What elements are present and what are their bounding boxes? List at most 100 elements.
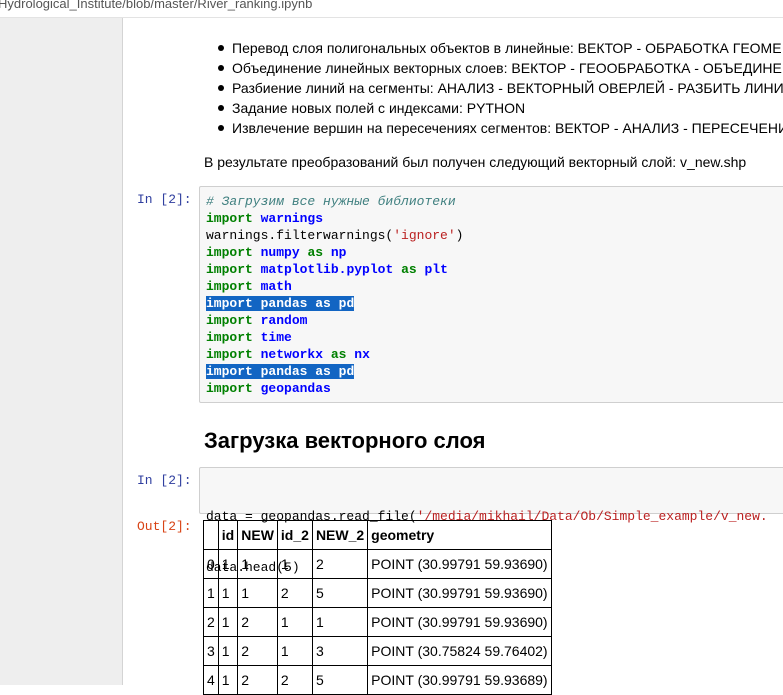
- code-line: import random: [206, 312, 463, 329]
- table-header: [203, 520, 219, 550]
- markdown-bullet-list: Перевод слоя полигональных объектов в ли…: [218, 38, 783, 138]
- table-cell: 1: [237, 549, 278, 579]
- code-keyword: import: [206, 211, 253, 226]
- table-cell: 1: [217, 607, 239, 637]
- code-module: pandas: [260, 296, 308, 311]
- code-keyword: import: [206, 364, 253, 379]
- code-line: import geopandas: [206, 380, 463, 397]
- table-cell: 1: [217, 549, 239, 579]
- code-line: import numpy as np: [206, 244, 463, 261]
- browser-url-bar[interactable]: Hydrological_Institute/blob/master/River…: [0, 0, 783, 18]
- output-prompt: Out[2]:: [137, 519, 192, 534]
- table-row: 2 1 2 1 1 POINT (30.99791 59.93690): [203, 607, 552, 637]
- table-cell: POINT (30.99791 59.93690): [367, 607, 552, 637]
- code-line: import time: [206, 329, 463, 346]
- code-keyword: as: [315, 296, 331, 311]
- table-cell: 2: [311, 549, 369, 579]
- code-line: import pandas as pd: [206, 363, 463, 380]
- selection-highlight: import pandas as pd: [206, 364, 355, 379]
- table-cell: 3: [203, 636, 219, 666]
- code-keyword: import: [206, 262, 253, 277]
- code-line: warnings.filterwarnings('ignore'): [206, 227, 463, 244]
- code-cell-load[interactable]: data = geopandas.read_file('/media/mikha…: [199, 467, 783, 575]
- table-cell: 0: [203, 549, 219, 579]
- code-module: numpy: [260, 245, 300, 260]
- section-heading: Загрузка векторного слоя: [204, 428, 486, 453]
- table-cell: 2: [237, 607, 278, 637]
- code-module: time: [260, 330, 292, 345]
- table-cell: 1: [217, 665, 239, 695]
- table-header: id_2: [276, 520, 313, 550]
- code-keyword: as: [401, 262, 417, 277]
- list-item: Разбиение линий на сегменты: АНАЛИЗ - ВЕ…: [218, 78, 783, 98]
- code-string: 'ignore': [393, 228, 456, 243]
- code-module: math: [260, 279, 292, 294]
- table-cell: 1: [203, 578, 219, 608]
- code-text: ): [455, 228, 464, 243]
- table-cell: 2: [237, 636, 278, 666]
- table-cell: 2: [276, 578, 313, 608]
- code-module: random: [260, 313, 308, 328]
- code-module: plt: [424, 262, 448, 277]
- table-header: id: [217, 520, 239, 550]
- list-item: Перевод слоя полигональных объектов в ли…: [218, 38, 783, 58]
- code-keyword: import: [206, 245, 253, 260]
- table-row: 1 1 1 2 5 POINT (30.99791 59.93690): [203, 578, 552, 608]
- code-module: networkx: [260, 347, 324, 362]
- table-cell: 5: [311, 578, 369, 608]
- input-prompt: In [2]:: [137, 473, 192, 488]
- table-header: geometry: [367, 520, 552, 550]
- code-comment: # Загрузим все нужные библиотеки: [206, 194, 456, 209]
- code-text: warnings.filterwarnings(: [206, 228, 394, 243]
- table-cell: 2: [237, 665, 278, 695]
- code-keyword: as: [330, 347, 347, 362]
- code-line: import networkx as nx: [206, 346, 463, 363]
- code-module: warnings: [260, 211, 324, 226]
- table-cell: 1: [217, 636, 239, 666]
- table-row: 4 1 2 2 5 POINT (30.99791 59.93689): [203, 665, 552, 695]
- table-header-row: id NEW id_2 NEW_2 geometry: [203, 520, 552, 550]
- code-line: import matplotlib.pyplot as plt: [206, 261, 463, 278]
- table-cell: 1: [237, 578, 278, 608]
- code-module: np: [330, 245, 347, 260]
- code-keyword: import: [206, 279, 253, 294]
- list-item: Задание новых полей с индексами: PYTHON: [218, 98, 783, 118]
- table-cell: POINT (30.99791 59.93690): [367, 578, 552, 608]
- markdown-paragraph: В результате преобразований был получен …: [204, 154, 747, 170]
- code-keyword: import: [206, 347, 253, 362]
- code-keyword: import: [206, 381, 253, 396]
- code-keyword: import: [206, 330, 253, 345]
- code-line: import warnings: [206, 210, 463, 227]
- code-module: geopandas: [260, 381, 331, 396]
- table-row: 3 1 2 1 3 POINT (30.75824 59.76402): [203, 636, 552, 666]
- table-cell: POINT (30.75824 59.76402): [367, 636, 552, 666]
- code-cell-imports[interactable]: # Загрузим все нужные библиотеки import w…: [199, 186, 783, 403]
- code-editor[interactable]: # Загрузим все нужные библиотеки import w…: [206, 193, 463, 397]
- selection-highlight: import pandas as pd: [206, 296, 355, 311]
- table-cell: 5: [311, 665, 369, 695]
- code-keyword: import: [206, 313, 253, 328]
- table-cell: 2: [276, 665, 313, 695]
- table-cell: POINT (30.99791 59.93689): [367, 665, 552, 695]
- table-cell: 3: [311, 636, 369, 666]
- table-cell: 1: [217, 578, 239, 608]
- code-module: nx: [354, 347, 370, 362]
- code-line: import math: [206, 278, 463, 295]
- table-header: NEW: [237, 520, 278, 550]
- code-module: pd: [338, 364, 355, 379]
- code-module: pd: [338, 296, 355, 311]
- table-cell: POINT (30.99791 59.93690): [367, 549, 552, 579]
- code-module: pandas: [260, 364, 308, 379]
- table-row: 0 1 1 1 2 POINT (30.99791 59.93690): [203, 549, 552, 579]
- table-cell: 1: [276, 607, 313, 637]
- dataframe-table: id NEW id_2 NEW_2 geometry 0 1 1 1 2 POINT (3…: [203, 520, 552, 695]
- code-line: # Загрузим все нужные библиотеки: [206, 193, 463, 210]
- code-module: matplotlib.pyplot: [260, 262, 394, 277]
- table-cell: 4: [203, 665, 219, 695]
- code-keyword: as: [307, 245, 324, 260]
- url-text: Hydrological_Institute/blob/master/River…: [0, 0, 313, 11]
- code-keyword: as: [315, 364, 331, 379]
- code-keyword: import: [206, 296, 253, 311]
- list-item: Объединение линейных векторных слоев: ВЕ…: [218, 58, 783, 78]
- table-cell: 1: [276, 549, 313, 579]
